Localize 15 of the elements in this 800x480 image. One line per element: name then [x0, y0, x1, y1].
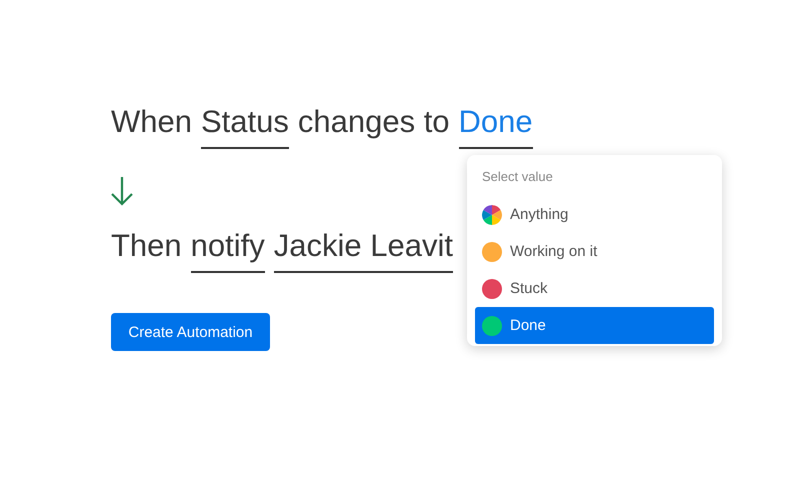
- field-selector[interactable]: Jackie Leavit: [274, 228, 453, 273]
- arrow-down-icon: [111, 176, 133, 206]
- field-selector[interactable]: notify: [190, 228, 265, 273]
- field-selector[interactable]: Done: [458, 104, 533, 149]
- dropdown-option[interactable]: Working on it: [475, 233, 714, 270]
- create-automation-button[interactable]: Create Automation: [111, 313, 270, 351]
- dropdown-title: Select value: [481, 169, 554, 186]
- dropdown-option[interactable]: Done: [475, 307, 714, 344]
- sentence-text: When: [111, 104, 192, 140]
- multicolor-dot-icon: [482, 204, 502, 224]
- dropdown-option[interactable]: Anything: [475, 196, 714, 233]
- field-selector[interactable]: Status: [200, 104, 289, 149]
- dropdown-option[interactable]: Stuck: [475, 270, 714, 307]
- sentence-text: Then: [111, 228, 182, 264]
- sentence-text: changes to: [298, 104, 450, 140]
